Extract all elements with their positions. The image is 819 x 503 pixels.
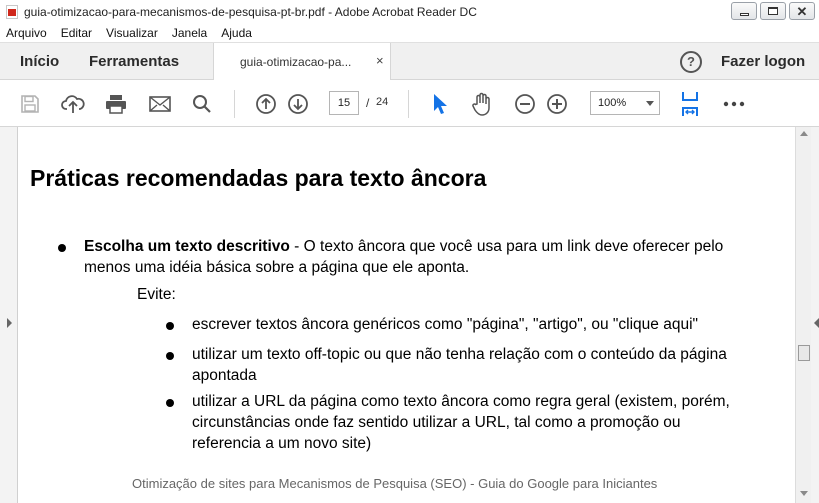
chevron-right-icon [7,318,12,328]
tab-home[interactable]: Início [20,53,59,70]
bullet-icon [166,322,174,330]
sub-bullet-2-line1: utilizar um texto off-topic ou que não t… [192,346,727,363]
sub-bullet-1-line1: escrever textos âncora genéricos como "p… [192,316,699,333]
scroll-up-icon[interactable] [800,131,808,136]
close-icon: ✕ [796,3,808,19]
zoom-in-icon[interactable] [545,92,569,116]
bullet-icon [58,244,66,252]
prev-page-icon[interactable] [254,92,278,116]
chevron-down-icon [646,101,654,106]
sub-bullet-2-line2: apontada [192,367,257,384]
page-heading: Práticas recomendadas para texto âncora [30,165,487,191]
pdf-page: Práticas recomendadas para texto âncora … [18,127,795,503]
fit-page-icon[interactable] [678,92,702,116]
sub-bullet-3: utilizar a URL da página como texto ânco… [192,391,782,454]
main-bullet-rest: - O texto âncora que você usa para um li… [289,238,724,255]
select-cursor-icon[interactable] [428,92,452,116]
bullet-icon [166,352,174,360]
search-icon[interactable] [190,92,214,116]
menu-janela[interactable]: Janela [172,26,207,40]
toolbar-divider [234,90,235,118]
sub-bullet-3-line2: circunstâncias onde faz sentido utilizar… [192,414,681,431]
scroll-down-icon[interactable] [800,491,808,496]
menu-ajuda[interactable]: Ajuda [221,26,252,40]
print-icon[interactable] [104,92,128,116]
sign-in-button[interactable]: Fazer logon [721,53,805,70]
menu-editar[interactable]: Editar [61,26,92,40]
minimize-button[interactable] [731,2,757,20]
menu-visualizar[interactable]: Visualizar [106,26,158,40]
zoom-out-icon[interactable] [513,92,537,116]
bullet-icon [166,399,174,407]
next-page-icon[interactable] [286,92,310,116]
tab-bar: Início Ferramentas guia-otimizacao-pa...… [0,42,819,81]
left-panel-toggle[interactable] [0,127,18,503]
upload-icon[interactable] [61,92,85,116]
close-window-button[interactable]: ✕ [789,2,815,20]
zoom-select[interactable]: 100% [590,91,660,115]
menu-arquivo[interactable]: Arquivo [6,26,47,40]
toolbar-divider [408,90,409,118]
pdf-file-icon [6,4,18,19]
chevron-left-icon [814,318,819,328]
main-bullet-line1: Escolha um texto descritivo - O texto ân… [84,236,784,257]
main-bullet-line2: menos uma idéia básica sobre a página qu… [84,259,470,276]
zoom-value: 100% [598,97,627,109]
document-area: Práticas recomendadas para texto âncora … [0,127,819,503]
right-panel-toggle[interactable] [811,127,819,503]
scrollbar-thumb[interactable] [798,345,810,361]
minimize-icon [739,12,749,16]
vertical-scrollbar[interactable] [795,127,811,503]
main-bullet-bold: Escolha um texto descritivo [84,238,290,255]
sub-bullet-3-line1: utilizar a URL da página como texto ânco… [192,393,730,410]
tab-document[interactable]: guia-otimizacao-pa... × [213,43,391,81]
save-icon[interactable] [18,92,42,116]
more-icon[interactable] [722,92,746,116]
window-controls: ✕ [731,2,815,20]
sub-bullet-2: utilizar um texto off-topic ou que não t… [192,344,782,386]
page-separator: / [366,96,370,110]
evite-label: Evite: [137,286,176,303]
sub-bullet-3-line3: referencia a um novo site) [192,435,372,452]
window-title: guia-otimizacao-para-mecanismos-de-pesqu… [24,4,477,19]
menu-bar: Arquivo Editar Visualizar Janela Ajuda [0,23,819,42]
page-total: 24 [376,96,389,108]
maximize-button[interactable] [760,2,786,20]
page-number-input[interactable]: 15 [329,91,359,115]
title-bar: guia-otimizacao-para-mecanismos-de-pesqu… [0,0,819,23]
hand-tool-icon[interactable] [470,92,494,116]
maximize-icon [768,7,778,15]
document-tab-label: guia-otimizacao-pa... [240,55,352,69]
tab-tools[interactable]: Ferramentas [89,53,179,70]
mail-icon[interactable] [148,92,172,116]
main-bullet-text: Escolha um texto descritivo - O texto ân… [84,236,784,278]
page-footer: Otimização de sites para Mecanismos de P… [132,476,658,491]
sub-bullet-1: escrever textos âncora genéricos como "p… [192,314,782,335]
close-tab-icon[interactable]: × [376,53,384,68]
toolbar: 15 / 24 100% [0,80,819,127]
help-icon[interactable]: ? [680,51,702,73]
